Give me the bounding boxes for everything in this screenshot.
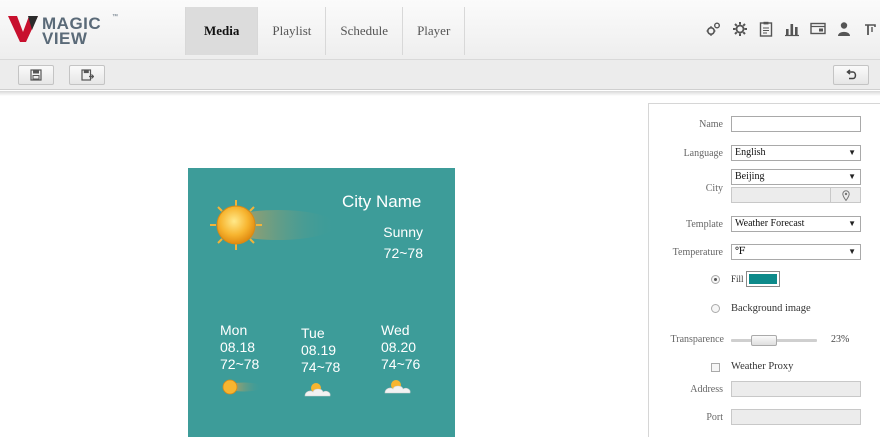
magic-view-logo[interactable]: MAGIC VIEW ™ <box>8 12 118 50</box>
forecast-day: Mon 08.18 72~78 <box>220 322 262 397</box>
fill-color <box>749 274 777 284</box>
city-label: City <box>705 183 723 194</box>
template-label: Template <box>685 219 723 230</box>
address-input[interactable] <box>731 381 861 397</box>
location-pin-icon <box>841 189 850 201</box>
cloudy-icon <box>304 383 331 397</box>
forecast-range: 74~78 <box>301 359 341 375</box>
port-input[interactable] <box>731 409 861 425</box>
undo-button[interactable] <box>833 65 869 85</box>
city-select[interactable]: Beijing ▼ <box>731 169 861 185</box>
template-value: Weather Forecast <box>735 218 805 229</box>
exit-icon[interactable] <box>862 20 878 38</box>
forecast-date: 08.20 <box>381 339 417 355</box>
name-label: Name <box>699 119 723 130</box>
bar-chart-icon[interactable] <box>784 20 800 38</box>
clipboard-icon[interactable] <box>758 20 774 38</box>
tab-player[interactable]: Player <box>403 7 466 55</box>
dropdown-arrow-icon: ▼ <box>848 247 856 256</box>
tab-playlist[interactable]: Playlist <box>258 7 327 55</box>
forecast-day-name: Tue <box>301 325 325 341</box>
user-icon[interactable] <box>836 20 852 38</box>
weather-proxy-label: Weather Proxy <box>731 361 794 372</box>
sunny-icon <box>222 379 262 395</box>
forecast-day-name: Wed <box>381 322 410 338</box>
monitor-icon[interactable] <box>810 20 826 38</box>
transparence-slider-thumb[interactable] <box>750 335 777 346</box>
name-input[interactable] <box>731 116 861 132</box>
top-header: MAGIC VIEW ™ Media Playlist Schedule Pla… <box>0 0 880 60</box>
background-image-radio[interactable] <box>711 304 720 313</box>
gear-icon[interactable] <box>732 20 748 38</box>
template-select[interactable]: Weather Forecast ▼ <box>731 216 861 232</box>
weather-proxy-checkbox[interactable] <box>711 363 720 372</box>
logo-v-icon <box>8 16 38 42</box>
city-detail-input[interactable] <box>731 187 831 203</box>
language-value: English <box>735 147 766 158</box>
undo-icon <box>845 69 856 80</box>
weather-properties-panel: Name Language English ▼ City Beijing ▼ T… <box>648 103 880 437</box>
dropdown-arrow-icon: ▼ <box>848 219 856 228</box>
transparence-value: 23% <box>831 334 850 345</box>
settings-gears-icon[interactable] <box>706 20 722 38</box>
language-label: Language <box>683 148 723 159</box>
port-label: Port <box>706 412 723 423</box>
forecast-range: 72~78 <box>220 356 260 372</box>
save-as-icon <box>80 69 94 81</box>
media-toolbar <box>0 60 880 90</box>
logo-trademark: ™ <box>112 14 118 20</box>
forecast-date: 08.18 <box>220 339 256 355</box>
preview-condition: Sunny <box>383 224 423 240</box>
cloudy-icon <box>384 380 411 394</box>
forecast-day: Wed 08.20 74~76 <box>381 322 420 397</box>
main-nav-tabs: Media Playlist Schedule Player <box>185 7 466 55</box>
fill-radio[interactable] <box>711 275 720 284</box>
transparence-label: Transparence <box>670 334 724 345</box>
language-select[interactable]: English ▼ <box>731 145 861 161</box>
forecast-day: Tue 08.19 74~78 <box>301 325 340 400</box>
tab-schedule[interactable]: Schedule <box>326 7 404 55</box>
address-label: Address <box>690 384 723 395</box>
location-button[interactable] <box>830 187 861 203</box>
save-as-button[interactable] <box>69 65 105 85</box>
city-value: Beijing <box>735 171 765 182</box>
preview-city-name: City Name <box>342 192 422 211</box>
header-icon-bar <box>706 20 878 38</box>
fill-label: Fill <box>731 274 744 284</box>
temperature-label: Temperature <box>672 247 723 258</box>
forecast-range: 74~76 <box>381 356 421 372</box>
dropdown-arrow-icon: ▼ <box>848 172 856 181</box>
dropdown-arrow-icon: ▼ <box>848 148 856 157</box>
weather-widget-preview[interactable]: City Name Sunny 72~78 Mon 08.18 72~78 Tu… <box>188 168 455 437</box>
preview-temp-range: 72~78 <box>383 245 423 261</box>
forecast-date: 08.19 <box>301 342 337 358</box>
temperature-select[interactable]: ℉ ▼ <box>731 244 861 260</box>
logo-text-line2: VIEW <box>42 29 88 48</box>
temperature-value: ℉ <box>735 246 746 257</box>
tab-media[interactable]: Media <box>186 7 259 55</box>
save-icon <box>30 69 42 81</box>
forecast-day-name: Mon <box>220 322 248 338</box>
background-image-label: Background image <box>731 303 811 314</box>
sunny-icon <box>210 200 336 250</box>
fill-color-swatch[interactable] <box>746 271 780 287</box>
save-button[interactable] <box>18 65 54 85</box>
